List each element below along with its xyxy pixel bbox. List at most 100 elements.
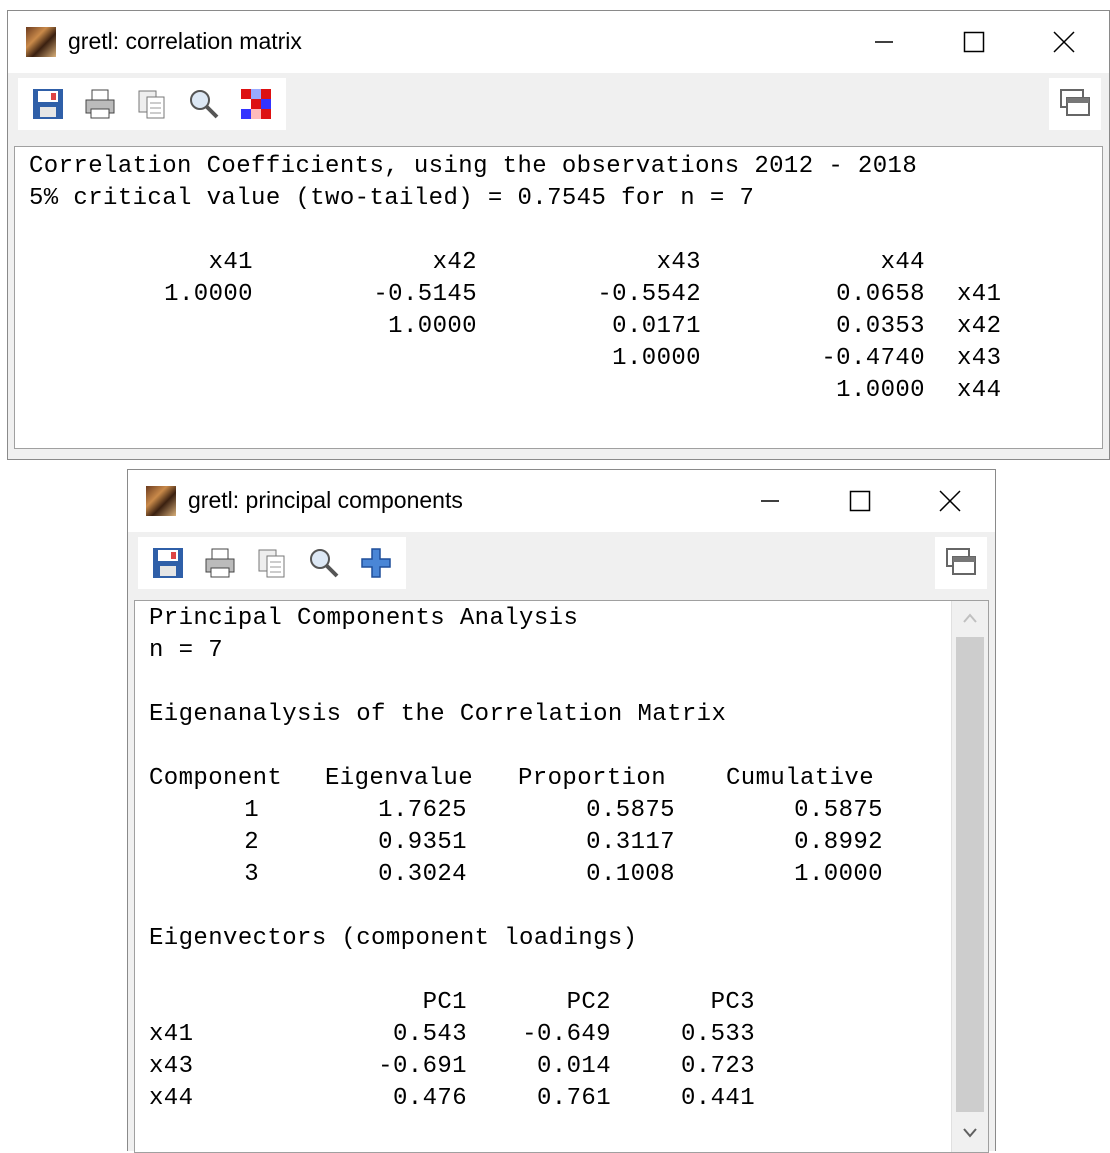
save-icon bbox=[33, 89, 63, 119]
eigen-header: Component bbox=[149, 765, 283, 792]
matrix-cell: 0.0171 bbox=[612, 313, 701, 340]
eigen-cell: 0.8992 bbox=[794, 829, 883, 856]
heatmap-button[interactable] bbox=[230, 78, 282, 130]
scroll-up-button[interactable] bbox=[952, 601, 988, 635]
windows-icon bbox=[946, 548, 976, 575]
matrix-row-label: x44 bbox=[957, 377, 1002, 404]
text-line: Eigenanalysis of the Correlation Matrix bbox=[149, 701, 727, 728]
vector-row-label: x44 bbox=[149, 1085, 194, 1112]
toolbar-buttons bbox=[138, 537, 406, 589]
find-button[interactable] bbox=[178, 78, 230, 130]
add-button[interactable] bbox=[350, 537, 402, 589]
eigen-header: Cumulative bbox=[726, 765, 875, 792]
vector-cell: 0.441 bbox=[680, 1085, 755, 1112]
minimize-icon bbox=[761, 500, 779, 502]
matrix-cell: -0.5145 bbox=[373, 281, 477, 308]
eigen-cell: 0.5875 bbox=[794, 797, 883, 824]
heatmap-icon bbox=[241, 89, 271, 119]
eigen-cell: 3 bbox=[244, 861, 259, 888]
eigen-cell: 2 bbox=[244, 829, 259, 856]
close-icon bbox=[1053, 31, 1075, 53]
vector-header: PC1 bbox=[422, 989, 467, 1016]
gretl-app-icon bbox=[146, 486, 176, 516]
find-icon bbox=[190, 90, 219, 119]
scroll-down-button[interactable] bbox=[952, 1116, 988, 1150]
matrix-cell: 0.0658 bbox=[836, 281, 925, 308]
toolbar bbox=[128, 532, 995, 597]
eigen-cell: 1.0000 bbox=[794, 861, 883, 888]
copy-icon bbox=[138, 90, 165, 119]
vector-row-label: x43 bbox=[149, 1053, 194, 1080]
title-bar[interactable]: gretl: principal components bbox=[128, 470, 995, 532]
matrix-cell: 1.0000 bbox=[164, 281, 253, 308]
vector-cell: -0.691 bbox=[378, 1053, 467, 1080]
eigen-cell: 0.3024 bbox=[378, 861, 467, 888]
copy-icon bbox=[258, 549, 285, 578]
find-button[interactable] bbox=[298, 537, 350, 589]
add-icon bbox=[361, 548, 391, 578]
text-line: 5% critical value (two-tailed) = 0.7545 … bbox=[29, 185, 755, 212]
matrix-cell: 1.0000 bbox=[388, 313, 477, 340]
matrix-cell: 0.0353 bbox=[836, 313, 925, 340]
toolbar-buttons bbox=[18, 78, 286, 130]
matrix-cell: 1.0000 bbox=[612, 345, 701, 372]
save-button[interactable] bbox=[22, 78, 74, 130]
text-line: Correlation Coefficients, using the obse… bbox=[29, 153, 918, 180]
matrix-header: x44 bbox=[880, 249, 925, 276]
content-area: Principal Components Analysis n = 7 Eige… bbox=[128, 597, 995, 1153]
close-icon bbox=[939, 490, 961, 512]
copy-button[interactable] bbox=[126, 78, 178, 130]
minimize-icon bbox=[875, 41, 893, 43]
matrix-cell: 1.0000 bbox=[836, 377, 925, 404]
scrollbar-thumb[interactable] bbox=[956, 637, 984, 1112]
minimize-button[interactable] bbox=[725, 470, 815, 532]
output-text-area[interactable]: Correlation Coefficients, using the obse… bbox=[14, 146, 1103, 449]
window-title: gretl: correlation matrix bbox=[68, 28, 302, 54]
matrix-cell: -0.4740 bbox=[821, 345, 925, 372]
maximize-icon bbox=[849, 490, 871, 512]
text-line: Principal Components Analysis bbox=[149, 605, 579, 632]
title-bar[interactable]: gretl: correlation matrix bbox=[8, 11, 1109, 73]
find-icon bbox=[310, 549, 339, 578]
content-area: Correlation Coefficients, using the obse… bbox=[8, 138, 1109, 459]
maximize-button[interactable] bbox=[815, 470, 905, 532]
principal-components-window: gretl: principal components Principal Co… bbox=[127, 469, 996, 1153]
vertical-scrollbar[interactable] bbox=[951, 601, 988, 1152]
eigen-header: Proportion bbox=[518, 765, 667, 792]
maximize-icon bbox=[963, 31, 985, 53]
minimize-button[interactable] bbox=[839, 11, 929, 73]
output-text-area[interactable]: Principal Components Analysis n = 7 Eige… bbox=[134, 600, 989, 1153]
maximize-button[interactable] bbox=[929, 11, 1019, 73]
matrix-header: x43 bbox=[656, 249, 701, 276]
print-button[interactable] bbox=[194, 537, 246, 589]
print-button[interactable] bbox=[74, 78, 126, 130]
save-button[interactable] bbox=[142, 537, 194, 589]
close-button[interactable] bbox=[905, 470, 995, 532]
eigen-header: Eigenvalue bbox=[325, 765, 474, 792]
matrix-row-label: x42 bbox=[957, 313, 1002, 340]
close-button[interactable] bbox=[1019, 11, 1109, 73]
text-line: n = 7 bbox=[149, 637, 224, 664]
vector-cell: 0.543 bbox=[392, 1021, 467, 1048]
save-icon bbox=[153, 548, 183, 578]
vector-cell: -0.649 bbox=[522, 1021, 611, 1048]
eigen-cell: 0.1008 bbox=[586, 861, 675, 888]
print-icon bbox=[85, 89, 115, 119]
eigen-cell: 0.9351 bbox=[378, 829, 467, 856]
eigen-cell: 0.3117 bbox=[586, 829, 675, 856]
window-list-button[interactable] bbox=[935, 537, 987, 589]
text-line: Eigenvectors (component loadings) bbox=[149, 925, 638, 952]
vector-row-label: x41 bbox=[149, 1021, 194, 1048]
chevron-up-icon bbox=[963, 613, 977, 623]
correlation-matrix-window: gretl: correlation matrix Correlation Co… bbox=[7, 10, 1110, 460]
matrix-row-label: x41 bbox=[957, 281, 1002, 308]
copy-button[interactable] bbox=[246, 537, 298, 589]
windows-icon bbox=[1060, 89, 1090, 116]
print-icon bbox=[205, 548, 235, 578]
vector-cell: 0.723 bbox=[680, 1053, 755, 1080]
eigen-cell: 0.5875 bbox=[586, 797, 675, 824]
vector-header: PC3 bbox=[710, 989, 755, 1016]
window-list-button[interactable] bbox=[1049, 78, 1101, 130]
window-title: gretl: principal components bbox=[188, 487, 463, 513]
eigen-cell: 1 bbox=[244, 797, 259, 824]
